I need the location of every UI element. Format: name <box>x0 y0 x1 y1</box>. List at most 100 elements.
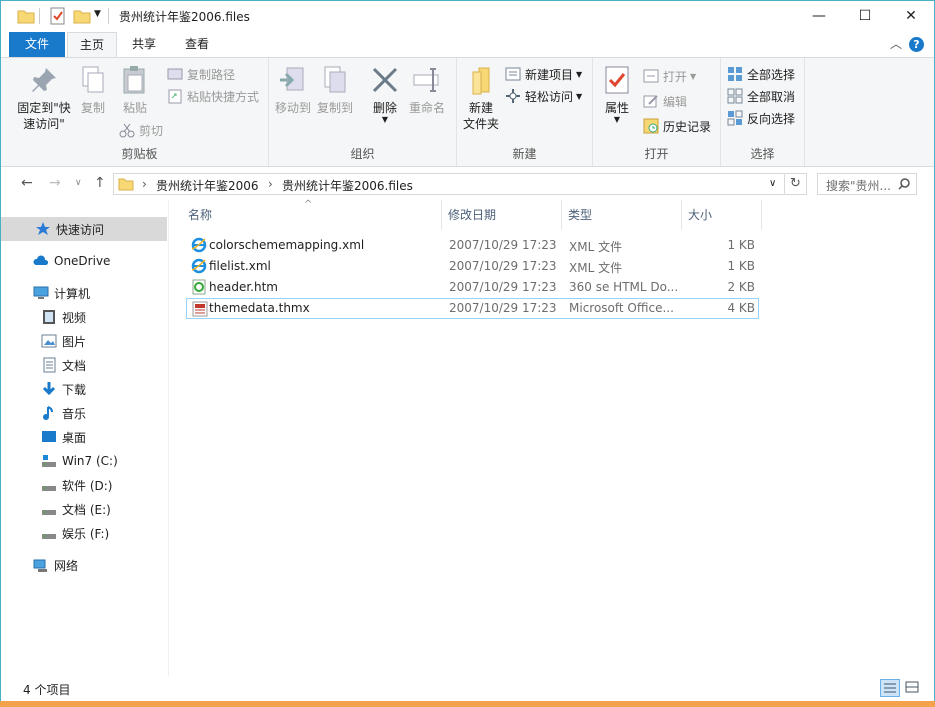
large-icons-view-icon <box>905 681 919 693</box>
properties-button[interactable]: 属性 ▼ <box>599 64 635 124</box>
cloud-icon <box>33 253 49 269</box>
table-row[interactable]: colorschememapping.xml 2007/10/29 17:23 … <box>186 235 759 256</box>
table-row[interactable]: filelist.xml 2007/10/29 17:23 XML 文件 1 K… <box>186 256 759 277</box>
sidebar-item-drive-f[interactable]: 娱乐 (F:) <box>1 521 167 545</box>
minimize-button[interactable]: — <box>796 1 842 31</box>
copy-to-button[interactable]: 复制到 <box>317 64 353 116</box>
sidebar-item-computer[interactable]: 计算机 <box>1 281 167 305</box>
sidebar-item-label: OneDrive <box>54 254 111 268</box>
easy-access-button[interactable]: 轻松访问 ▼ <box>505 86 582 106</box>
paste-shortcut-button[interactable]: 粘贴快捷方式 <box>167 86 259 106</box>
column-header-label: 修改日期 <box>448 208 497 222</box>
edit-button[interactable]: 编辑 <box>643 91 687 111</box>
select-none-icon <box>727 88 743 104</box>
copy-path-button[interactable]: 复制路径 <box>167 64 235 84</box>
tab-share[interactable]: 共享 <box>121 32 167 57</box>
column-header-label: 名称 <box>188 208 213 222</box>
column-header-type[interactable]: 类型 <box>562 200 682 230</box>
new-item-icon <box>505 66 521 82</box>
select-group: 全部选择 全部取消 反向选择 选择 <box>721 58 805 166</box>
copy-button[interactable]: 复制 <box>75 64 111 116</box>
organize-group-label: 组织 <box>350 147 375 161</box>
invert-selection-button[interactable]: 反向选择 <box>727 108 795 128</box>
cut-button[interactable]: 剪切 <box>119 120 163 140</box>
new-item-button[interactable]: 新建项目 ▼ <box>505 64 582 84</box>
refresh-button[interactable]: ↻ <box>785 173 807 195</box>
address-dropdown-icon[interactable]: ∨ <box>769 178 776 189</box>
sidebar-item-label: 文档 <box>62 358 87 373</box>
tab-view[interactable]: 查看 <box>171 32 223 57</box>
select-group-label: 选择 <box>750 147 775 161</box>
table-row[interactable]: themedata.thmx 2007/10/29 17:23 Microsof… <box>186 298 759 319</box>
sidebar-item-desktop[interactable]: 桌面 <box>1 425 167 449</box>
maximize-button[interactable]: ☐ <box>842 1 888 31</box>
file-size: 1 KB <box>727 259 755 273</box>
pin-quick-access-button[interactable]: 固定到"快 速访问" <box>13 64 75 132</box>
history-label: 历史记录 <box>663 119 712 134</box>
sidebar-item-label: 软件 (D:) <box>62 478 113 493</box>
select-all-button[interactable]: 全部选择 <box>727 64 795 84</box>
title-bar: ▼ 贵州统计年鉴2006.files — ☐ ✕ <box>1 1 934 32</box>
back-arrow-icon[interactable]: ← <box>21 175 33 191</box>
new-folder-quick-icon[interactable] <box>73 7 91 25</box>
music-icon <box>41 405 57 421</box>
properties-check-icon[interactable] <box>49 7 67 25</box>
move-to-button[interactable]: 移动到 <box>275 64 311 116</box>
file-name: header.htm <box>209 280 278 294</box>
paste-icon <box>119 64 151 96</box>
drive-icon <box>41 501 57 517</box>
up-arrow-icon[interactable]: ↑ <box>94 175 106 191</box>
tab-file[interactable]: 文件 <box>9 32 65 57</box>
breadcrumb-separator-icon[interactable]: › <box>142 177 147 191</box>
search-box[interactable]: 搜索"贵州... <box>817 173 917 195</box>
column-header-name[interactable]: 名称 ^ <box>182 199 442 230</box>
history-button[interactable]: 历史记录 <box>643 116 711 136</box>
help-icon[interactable]: ? <box>909 37 924 52</box>
properties-dropdown-icon: ▼ <box>613 115 621 124</box>
open-button[interactable]: 打开 ▼ <box>643 66 696 86</box>
sidebar-item-pictures[interactable]: 图片 <box>1 329 167 353</box>
forward-arrow-icon[interactable]: → <box>49 175 61 191</box>
folder-icon <box>118 178 134 191</box>
rename-button[interactable]: 重命名 <box>407 64 447 116</box>
ribbon: 固定到"快 速访问" 复制 粘贴 复制路径 粘贴快捷方式 剪切 剪贴板 移动到 … <box>1 57 934 167</box>
paste-shortcut-label: 粘贴快捷方式 <box>187 89 260 104</box>
sidebar-item-onedrive[interactable]: OneDrive <box>1 249 167 273</box>
large-icons-view-button[interactable] <box>903 679 923 697</box>
recent-locations-icon[interactable]: ∨ <box>75 178 82 188</box>
address-bar[interactable]: › 贵州统计年鉴2006 › 贵州统计年鉴2006.files ∨ <box>113 173 785 195</box>
column-header-size[interactable]: 大小 <box>682 200 762 230</box>
sidebar-item-music[interactable]: 音乐 <box>1 401 167 425</box>
customize-quick-access-icon[interactable]: ▼ <box>94 9 101 19</box>
select-none-button[interactable]: 全部取消 <box>727 86 795 106</box>
sidebar-item-drive-e[interactable]: 文档 (E:) <box>1 497 167 521</box>
breadcrumb-item[interactable]: 贵州统计年鉴2006 <box>156 177 259 194</box>
sidebar-item-drive-c[interactable]: Win7 (C:) <box>1 449 167 473</box>
new-folder-button[interactable]: 新建 文件夹 <box>459 64 503 132</box>
table-row[interactable]: header.htm 2007/10/29 17:23 360 se HTML … <box>186 277 759 298</box>
close-icon: ✕ <box>905 8 917 24</box>
details-view-button[interactable] <box>880 679 900 697</box>
new-item-dropdown-icon: ▼ <box>576 69 583 79</box>
select-all-icon <box>727 66 743 82</box>
sidebar-item-label: 娱乐 (F:) <box>62 526 110 541</box>
paste-button[interactable]: 粘贴 <box>115 64 155 116</box>
maximize-icon: ☐ <box>858 8 872 24</box>
scissors-icon <box>119 122 135 138</box>
sidebar-item-documents[interactable]: 文档 <box>1 353 167 377</box>
drive-icon <box>41 525 57 541</box>
folder-icon <box>17 10 35 24</box>
delete-button[interactable]: 删除 ▼ <box>367 64 403 124</box>
breadcrumb-separator-icon[interactable]: › <box>268 177 273 191</box>
sidebar-item-drive-d[interactable]: 软件 (D:) <box>1 473 167 497</box>
sidebar-item-network[interactable]: 网络 <box>1 553 167 577</box>
column-header-modified[interactable]: 修改日期 <box>442 200 562 230</box>
sidebar-item-quick-access[interactable]: 快速访问 <box>1 217 167 241</box>
sidebar-item-videos[interactable]: 视频 <box>1 305 167 329</box>
properties-label: 属性 <box>604 101 629 115</box>
sidebar-item-downloads[interactable]: 下载 <box>1 377 167 401</box>
close-button[interactable]: ✕ <box>888 1 934 31</box>
tab-home[interactable]: 主页 <box>67 32 117 57</box>
breadcrumb-item[interactable]: 贵州统计年鉴2006.files <box>282 177 413 194</box>
collapse-ribbon-icon[interactable]: ︿ <box>890 35 902 52</box>
